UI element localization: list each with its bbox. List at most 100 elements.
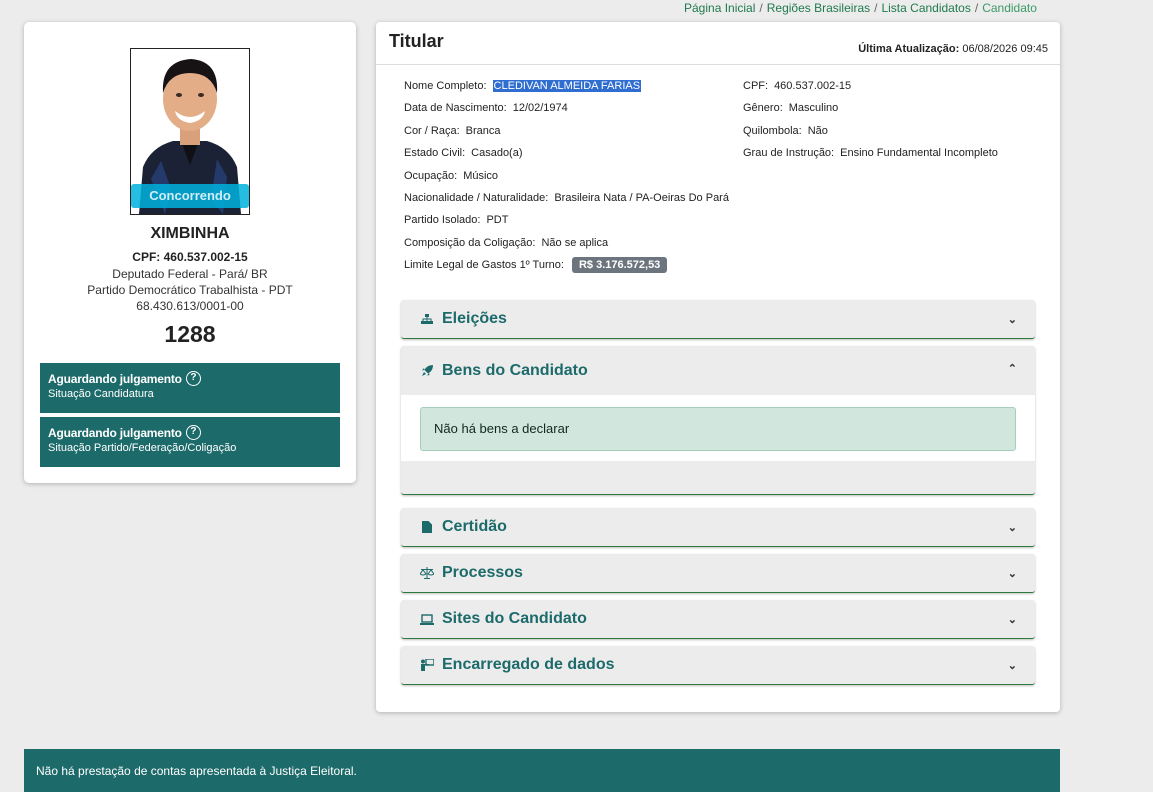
status-party: Aguardando julgamento? Situação Partido/… — [40, 417, 340, 467]
accordion-label: Processos — [442, 564, 523, 581]
breadcrumb: Página Inicial / Regiões Brasileiras / Lista… — [684, 1, 1037, 15]
field-label: Ocupação: — [404, 170, 458, 182]
accordion-label: Certidão — [442, 518, 507, 535]
field-value: Casado(a) — [471, 147, 523, 159]
field-label: Estado Civil: — [404, 147, 466, 159]
last-update-label: Última Atualização: — [858, 43, 960, 55]
accordion-header[interactable]: Eleições ⌄ — [401, 300, 1035, 338]
field-label: Nome Completo: — [404, 80, 487, 92]
field-spending-limit: Limite Legal de Gastos 1º Turno: R$ 3.176… — [404, 257, 668, 273]
candidate-office: Deputado Federal - Pará/ BR — [112, 267, 268, 281]
field-value: Branca — [465, 125, 501, 137]
chevron-down-icon: ⌄ — [1007, 522, 1017, 534]
field-value: Não — [807, 125, 828, 137]
status-party-title: Aguardando julgamento — [48, 425, 182, 440]
person-chalkboard-icon — [420, 658, 434, 672]
field-value: Brasileira Nata / PA-Oeiras Do Pará — [554, 192, 729, 204]
accordion-header[interactable]: Processos ⌄ — [401, 554, 1035, 592]
field-label: Composição da Coligação: — [404, 237, 536, 249]
breadcrumb-regions-link[interactable]: Regiões Brasileiras — [767, 1, 870, 15]
status-candidacy-subtitle: Situação Candidatura — [48, 388, 154, 400]
breadcrumb-separator: / — [874, 1, 878, 15]
candidate-cnpj: 68.430.613/0001-00 — [136, 299, 244, 313]
accordion-label: Bens do Candidato — [442, 361, 588, 379]
field-value: 12/02/1974 — [512, 102, 568, 114]
candidate-number: 1288 — [164, 321, 216, 347]
chevron-up-icon: ⌃ — [1007, 363, 1017, 375]
candidate-ballot-name: XIMBINHA — [150, 225, 230, 242]
field-education: Grau de Instrução: Ensino Fundamental Inc… — [743, 147, 998, 159]
breadcrumb-candidates-link[interactable]: Lista Candidatos — [881, 1, 970, 15]
field-label: Gênero: — [743, 102, 783, 114]
accordion-label: Encarregado de dados — [442, 656, 615, 673]
breadcrumb-separator: / — [759, 1, 763, 15]
accordion-header[interactable]: Bens do Candidato ⌃ — [401, 346, 1035, 395]
field-gender: Gênero: Masculino — [743, 102, 838, 114]
status-party-subtitle: Situação Partido/Federação/Coligação — [48, 442, 237, 454]
field-value: Não se aplica — [541, 237, 609, 249]
accordion-header[interactable]: Sites do Candidato ⌄ — [401, 600, 1035, 638]
field-value: Ensino Fundamental Incompleto — [840, 147, 998, 159]
no-assets-alert: Não há bens a declarar — [420, 407, 1016, 451]
last-update-value: 06/08/2026 09:45 — [962, 43, 1048, 55]
status-candidacy-title: Aguardando julgamento — [48, 371, 182, 386]
accordion-bens[interactable]: Bens do Candidato ⌃ Não há bens a declar… — [401, 346, 1035, 495]
field-label: Partido Isolado: — [404, 214, 481, 226]
accordion-header[interactable]: Certidão ⌄ — [401, 508, 1035, 546]
chevron-down-icon: ⌄ — [1007, 660, 1017, 672]
field-coalition: Composição da Coligação: Não se aplica — [404, 237, 608, 249]
chevron-down-icon: ⌄ — [1007, 614, 1017, 626]
spending-limit-badge: R$ 3.176.572,53 — [571, 257, 668, 273]
sitemap-icon — [420, 312, 434, 326]
field-marital-status: Estado Civil: Casado(a) — [404, 147, 523, 159]
accounts-notice-text: Não há prestação de contas apresentada à… — [36, 764, 357, 778]
chevron-down-icon: ⌄ — [1007, 314, 1017, 326]
title-divider — [376, 64, 1060, 65]
accordion-certidao[interactable]: Certidão ⌄ — [401, 508, 1035, 547]
rocket-icon — [420, 364, 434, 378]
candidate-party: Partido Democrático Trabalhista - PDT — [87, 283, 293, 297]
candidacy-status-badge: Concorrendo — [131, 184, 249, 208]
laptop-icon — [420, 612, 434, 626]
accordion-header[interactable]: Encarregado de dados ⌄ — [401, 646, 1035, 684]
accounts-notice-bar: Não há prestação de contas apresentada à… — [24, 749, 1060, 792]
field-value[interactable]: CLEDIVAN ALMEIDA FARIAS — [492, 80, 642, 92]
field-label: Data de Nascimento: — [404, 102, 507, 114]
file-icon — [420, 520, 434, 534]
field-quilombola: Quilombola: Não — [743, 125, 828, 137]
field-label: CPF: — [743, 80, 769, 92]
candidate-photo: Concorrendo — [130, 48, 250, 215]
help-icon[interactable]: ? — [185, 425, 201, 440]
help-icon[interactable]: ? — [185, 371, 201, 386]
accordion-label: Eleições — [442, 310, 507, 327]
balance-scale-icon — [420, 566, 434, 580]
field-label: Grau de Instrução: — [743, 147, 835, 159]
candidate-details-card: Titular Última Atualização: 06/08/2026 0… — [376, 22, 1060, 712]
page-title: Titular — [389, 31, 444, 51]
accordion-label: Sites do Candidato — [442, 610, 587, 627]
field-value: PDT — [486, 214, 509, 226]
accordion-body: Não há bens a declarar — [401, 395, 1035, 461]
chevron-down-icon: ⌄ — [1007, 568, 1017, 580]
field-party: Partido Isolado: PDT — [404, 214, 508, 226]
field-value: Masculino — [788, 102, 839, 114]
accordion-processos[interactable]: Processos ⌄ — [401, 554, 1035, 593]
field-nationality: Nacionalidade / Naturalidade: Brasileira … — [404, 192, 729, 204]
breadcrumb-current: Candidato — [982, 1, 1037, 15]
accordion-eleicoes[interactable]: Eleições ⌄ — [401, 300, 1035, 339]
field-occupation: Ocupação: Músico — [404, 170, 498, 182]
field-cpf: CPF: 460.537.002-15 — [743, 80, 851, 92]
field-birth-date: Data de Nascimento: 12/02/1974 — [404, 102, 568, 114]
field-label: Limite Legal de Gastos 1º Turno: — [404, 259, 564, 271]
accordion-encarregado[interactable]: Encarregado de dados ⌄ — [401, 646, 1035, 685]
candidate-cpf: CPF: 460.537.002-15 — [132, 250, 248, 264]
field-label: Nacionalidade / Naturalidade: — [404, 192, 549, 204]
candidate-card: Concorrendo XIMBINHA CPF: 460.537.002-15… — [24, 22, 356, 483]
breadcrumb-home-link[interactable]: Página Inicial — [684, 1, 755, 15]
breadcrumb-separator: / — [974, 1, 979, 15]
accordion-sites[interactable]: Sites do Candidato ⌄ — [401, 600, 1035, 639]
status-candidacy: Aguardando julgamento? Situação Candidat… — [40, 363, 340, 413]
field-full-name: Nome Completo: CLEDIVAN ALMEIDA FARIAS — [404, 80, 642, 92]
field-value: 460.537.002-15 — [774, 80, 852, 92]
field-value: Músico — [463, 170, 499, 182]
